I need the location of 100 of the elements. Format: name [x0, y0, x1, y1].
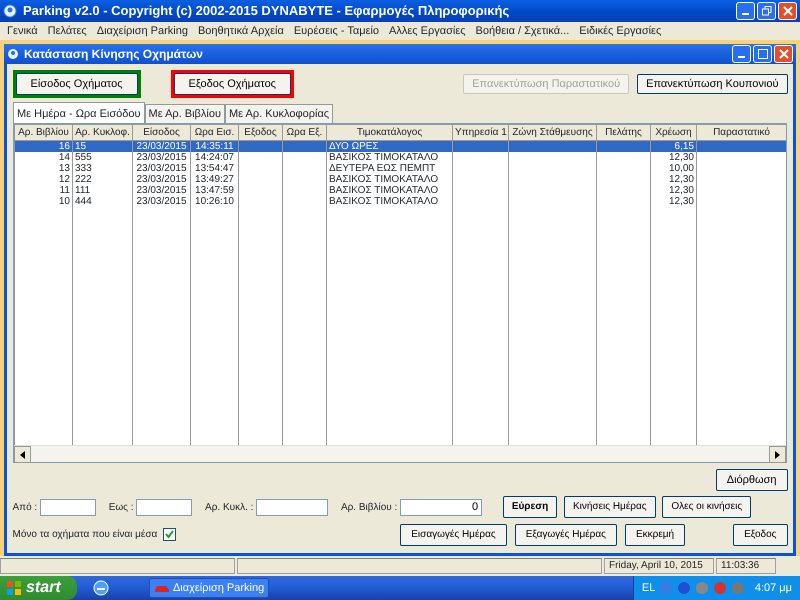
table-row[interactable]: 11 111 23/03/2015 13:47:59 ΒΑΣΙΚΟΣ ΤΙΜΟΚΑΤΑΛΟ 12,30 [14, 185, 786, 196]
table-cell: 13:47:59 [195, 185, 234, 196]
table-cell: 12,30 [668, 174, 694, 185]
button[interactable]: Κινήσεις Ημέρας [564, 496, 656, 518]
button[interactable]: Είσοδος Οχήματος [16, 72, 138, 94]
tab[interactable]: Με Αρ. Βιβλίου [144, 104, 225, 123]
table-cell: 14:24:07 [195, 152, 234, 163]
input-field[interactable]: 0 [400, 498, 482, 516]
menu-item[interactable]: Ευρέσεις - Ταμείο [288, 22, 384, 40]
car-icon [154, 583, 169, 593]
window-icon [7, 48, 19, 60]
table-cell: 23/03/2015 [136, 196, 187, 207]
restore-button[interactable] [757, 2, 776, 20]
status-date: Friday, April 10, 2015 [604, 558, 714, 574]
close-icon [778, 49, 788, 59]
table-cell: 14:35:11 [195, 141, 234, 152]
minimize-button[interactable] [732, 45, 751, 63]
menu-item[interactable]: Γενικά [2, 22, 43, 40]
window-title: Κατάσταση Κίνησης Οχημάτων [24, 46, 203, 63]
button[interactable]: Επανεκτύπωση Κουπονιού [637, 74, 788, 94]
column-header[interactable]: Ωρα Εξ. [282, 124, 326, 140]
table-row[interactable]: 16 15 23/03/2015 14:35:11 ΔΥΟ ΩΡΕΣ 6,15 [14, 140, 786, 152]
button[interactable]: Εξαγωγές Ημέρας [514, 524, 617, 546]
checkbox[interactable] [162, 528, 176, 541]
scroll-left-button[interactable] [14, 446, 31, 463]
field-label: Αρ. Κυκλ. : [205, 500, 254, 514]
table-cell: 12,30 [668, 196, 694, 207]
button[interactable]: Εξοδος [733, 524, 788, 546]
button[interactable]: Εύρεση [502, 496, 558, 518]
input-field[interactable] [136, 498, 192, 516]
column-header[interactable]: Ωρα Εισ. [190, 124, 238, 140]
table-cell: 16 [58, 141, 70, 152]
table-cell: 6,15 [674, 141, 694, 152]
table-row[interactable]: 14 555 23/03/2015 14:24:07 ΒΑΣΙΚΟΣ ΤΙΜΟΚΑΤΑΛΟ 12,30 [14, 152, 786, 163]
menu-item[interactable]: Πελάτες [42, 22, 92, 40]
column-header[interactable]: Τιμοκατάλογος [326, 124, 452, 140]
taskbar-button[interactable]: Διαχείριση Parking [149, 578, 270, 598]
table-cell: 333 [75, 163, 92, 174]
input-field[interactable] [256, 498, 328, 516]
table-cell: 444 [75, 196, 92, 207]
menu-item[interactable]: Διαχείριση Parking [92, 22, 193, 40]
button[interactable]: Ολες οι κινήσεις [662, 496, 752, 518]
table-cell: 14 [58, 152, 70, 163]
close-button[interactable] [774, 45, 793, 63]
menu-item[interactable]: Βοήθεια / Σχετικά... [470, 22, 574, 40]
status-time: 11:03:36 [716, 558, 776, 574]
table-cell: ΒΑΣΙΚΟΣ ΤΙΜΟΚΑΤΑΛΟ [329, 174, 438, 185]
table-cell: 23/03/2015 [136, 152, 187, 163]
table-cell: 13 [58, 163, 70, 174]
input-field[interactable] [40, 498, 96, 516]
minimize-button[interactable] [736, 2, 755, 20]
tab[interactable]: Με Ημέρα - Ωρα Εισόδου [13, 102, 145, 123]
field-label: Αρ. Βιβλίου : [340, 500, 398, 514]
table-cell: ΒΑΣΙΚΟΣ ΤΙΜΟΚΑΤΑΛΟ [329, 196, 438, 207]
table-cell: 12,30 [668, 185, 694, 196]
close-icon [782, 6, 792, 16]
column-header[interactable]: Υπηρεσία 1 [452, 124, 508, 140]
table-cell: 11 [60, 185, 70, 196]
table-cell: 13:54:47 [195, 163, 234, 174]
tab[interactable]: Με Αρ. Κυκλοφορίας [224, 104, 334, 123]
table-cell: 10:26:10 [195, 196, 234, 207]
column-header[interactable]: Εξοδος [238, 124, 282, 140]
column-header[interactable]: Πελάτης [596, 124, 650, 140]
close-button[interactable] [778, 2, 797, 20]
scroll-right-button[interactable] [769, 446, 786, 463]
column-header[interactable]: Αρ. Κυκλοφ. [72, 124, 132, 140]
left-arrow-icon [20, 450, 25, 458]
table-cell: 23/03/2015 [136, 174, 187, 185]
table-row[interactable]: 12 222 23/03/2015 13:49:27 ΒΑΣΙΚΟΣ ΤΙΜΟΚΑΤΑΛΟ 12,30 [14, 174, 786, 185]
menu-item[interactable]: Ειδικές Εργασίες [574, 22, 666, 40]
field-label: Εως : [108, 500, 134, 514]
maximize-button[interactable] [753, 45, 772, 63]
table-cell: 23/03/2015 [136, 163, 187, 174]
table-cell: 13:49:27 [195, 174, 234, 185]
checkbox-label: Μόνο τα οχήματα που είναι μέσα [12, 528, 158, 542]
column-header[interactable]: Είσοδος [132, 124, 190, 140]
table-row[interactable]: 13 333 23/03/2015 13:54:47 ΔΕΥΤΕΡΑ ΕΩΣ ΠΕΜΠΤ 10,00 [14, 163, 786, 174]
table-cell: 12,30 [668, 152, 694, 163]
start-button[interactable]: start [0, 576, 77, 600]
button[interactable]: Εκκρεμή [624, 524, 686, 546]
column-header[interactable]: Χρέωση [650, 124, 696, 140]
table-cell: ΒΑΣΙΚΟΣ ΤΙΜΟΚΑΤΑΛΟ [329, 152, 438, 163]
clock: 4:07 μμ [754, 580, 792, 596]
app-icon [3, 4, 17, 18]
menu-item[interactable]: Αλλες Εργασίες [384, 22, 471, 40]
table-cell: 10,00 [668, 163, 694, 174]
table-row[interactable]: 10 444 23/03/2015 10:26:10 ΒΑΣΙΚΟΣ ΤΙΜΟΚΑΤΑΛΟ 12,30 [14, 196, 786, 207]
maximize-icon [758, 49, 768, 59]
button[interactable]: Εισαγωγές Ημέρας [400, 524, 507, 546]
windows-logo-icon [6, 580, 22, 596]
column-header[interactable]: Ζώνη Στάθμευσης [508, 124, 596, 140]
table-cell: 12 [58, 174, 70, 185]
tray-icon[interactable] [677, 581, 692, 595]
edit-button[interactable]: Διόρθωση [716, 468, 788, 490]
menu-item[interactable]: Βοηθητικά Αρχεία [192, 22, 289, 40]
column-header[interactable]: Παραστατικό [696, 124, 786, 140]
button[interactable]: Εξοδος Οχήματος [174, 72, 291, 94]
column-header[interactable]: Αρ. Βιβλίου [14, 124, 72, 140]
right-arrow-icon [775, 450, 780, 458]
table-cell: 222 [75, 174, 92, 185]
